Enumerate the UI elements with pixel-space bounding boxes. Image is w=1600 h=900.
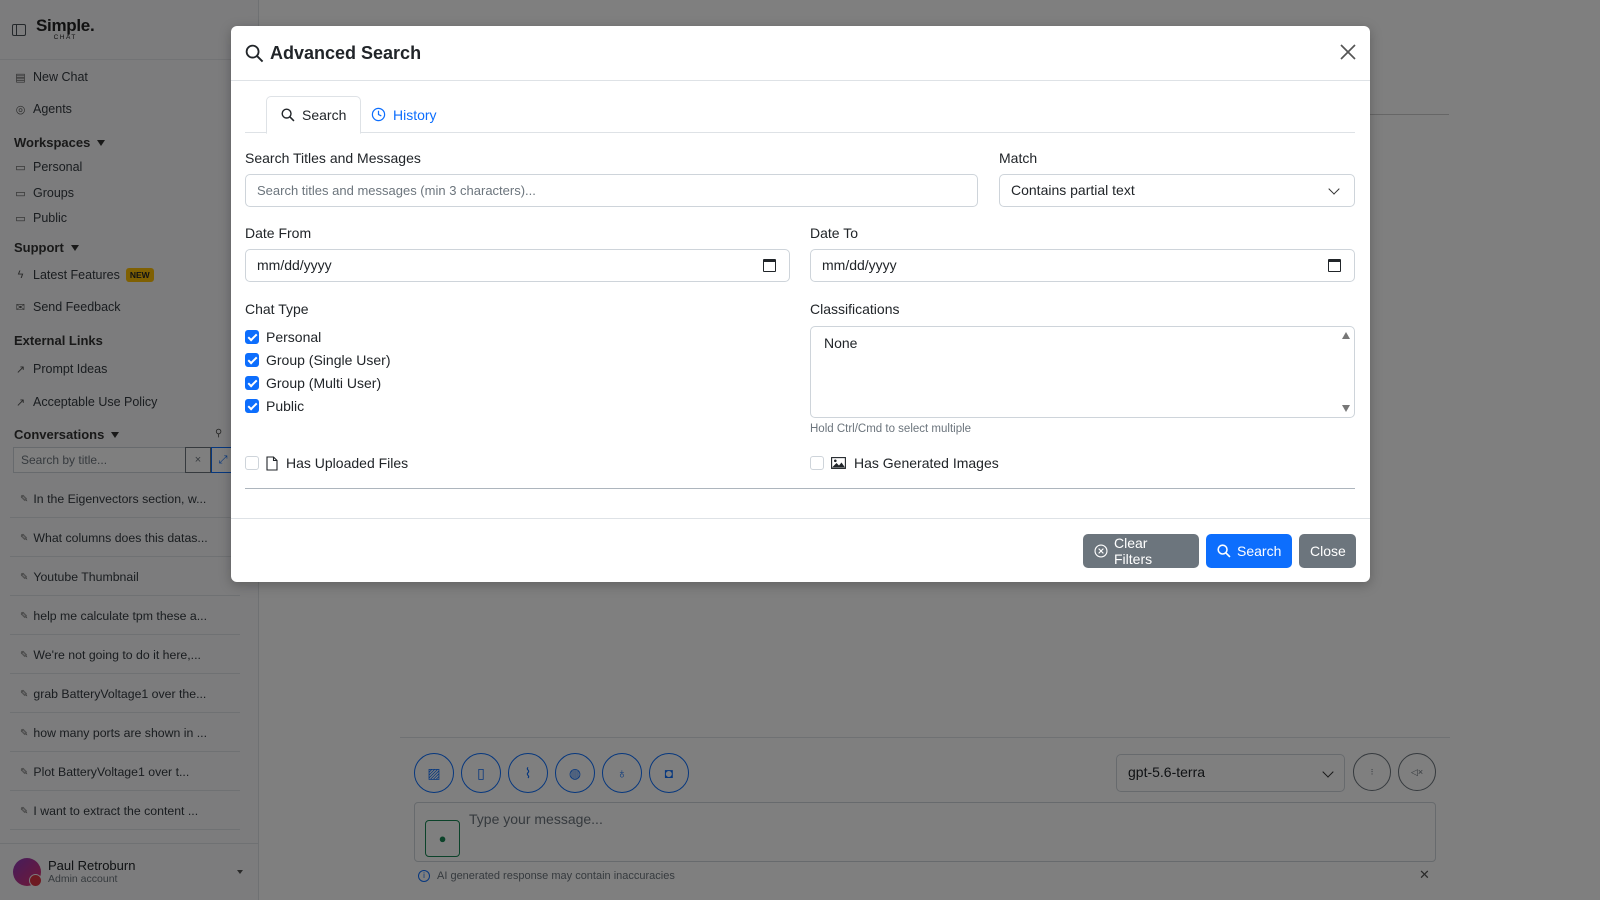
modal-footer: Clear Filters Search Close [231,518,1370,582]
checkbox[interactable] [245,456,259,470]
date-to-label: Date To [810,225,858,241]
calendar-icon[interactable] [763,259,776,272]
button-label: Close [1310,543,1346,559]
button-label: Search [1237,543,1282,559]
chat-type-checkbox[interactable]: Group (Single User) [245,352,391,368]
advanced-search-modal: Advanced Search Search History Search Ti… [231,26,1370,582]
search-input[interactable]: Search titles and messages (min 3 charac… [245,174,978,207]
checkbox-label: Has Uploaded Files [286,455,409,471]
match-select-value: Contains partial text [1011,182,1135,198]
checkbox[interactable] [810,456,824,470]
clear-filters-button[interactable]: Clear Filters [1083,534,1199,568]
search-label: Search Titles and Messages [245,150,421,166]
checkbox-label: Group (Single User) [266,352,391,368]
close-icon[interactable] [1339,43,1357,61]
scroll-down-icon[interactable] [1342,405,1350,412]
scroll-up-icon[interactable] [1342,332,1350,339]
modal-header: Advanced Search [231,26,1370,81]
chat-type-checkbox[interactable]: Group (Multi User) [245,375,381,391]
tab-label: History [393,106,437,123]
search-icon [1217,544,1231,558]
has-generated-images-checkbox[interactable]: Has Generated Images [810,455,999,471]
match-select[interactable]: Contains partial text [999,174,1355,207]
classifications-select[interactable]: None [810,326,1355,418]
has-uploaded-files-checkbox[interactable]: Has Uploaded Files [245,455,408,471]
x-circle-icon [1094,544,1108,558]
modal-title: Advanced Search [270,43,422,63]
calendar-icon[interactable] [1328,259,1341,272]
date-from-label: Date From [245,225,312,241]
chat-type-checkbox[interactable]: Public [245,398,304,414]
match-label: Match [999,150,1038,166]
search-icon [245,44,264,66]
classifications-hint: Hold Ctrl/Cmd to select multiple [810,423,972,435]
checkbox[interactable] [245,376,259,390]
file-icon [266,455,278,471]
checkbox[interactable] [245,399,259,413]
classification-option[interactable]: None [824,335,857,351]
date-to-value: mm/dd/yyyy [822,257,897,273]
tab-history[interactable]: History [357,96,451,133]
checkbox-label: Has Generated Images [854,455,999,471]
search-button[interactable]: Search [1206,534,1292,568]
modal-tabs: Search History [245,96,1355,134]
button-label: Clear Filters [1114,535,1153,567]
date-to-input[interactable]: mm/dd/yyyy [810,249,1355,282]
search-icon [281,108,295,122]
clock-icon [371,107,386,122]
date-from-value: mm/dd/yyyy [257,257,332,273]
date-from-input[interactable]: mm/dd/yyyy [245,249,790,282]
tab-search[interactable]: Search [266,96,362,134]
chat-type-checkbox[interactable]: Personal [245,329,321,345]
tab-label: Search [302,107,347,123]
checkbox-label: Public [266,398,305,414]
chat-type-label: Chat Type [245,301,309,317]
filters-divider [245,488,1355,489]
classifications-label: Classifications [810,301,900,317]
checkbox[interactable] [245,353,259,367]
checkbox-label: Personal [266,329,322,345]
close-button[interactable]: Close [1299,534,1356,568]
image-icon [831,457,846,469]
checkbox-label: Group (Multi User) [266,375,382,391]
chevron-down-icon [1328,183,1340,195]
checkbox[interactable] [245,330,259,344]
